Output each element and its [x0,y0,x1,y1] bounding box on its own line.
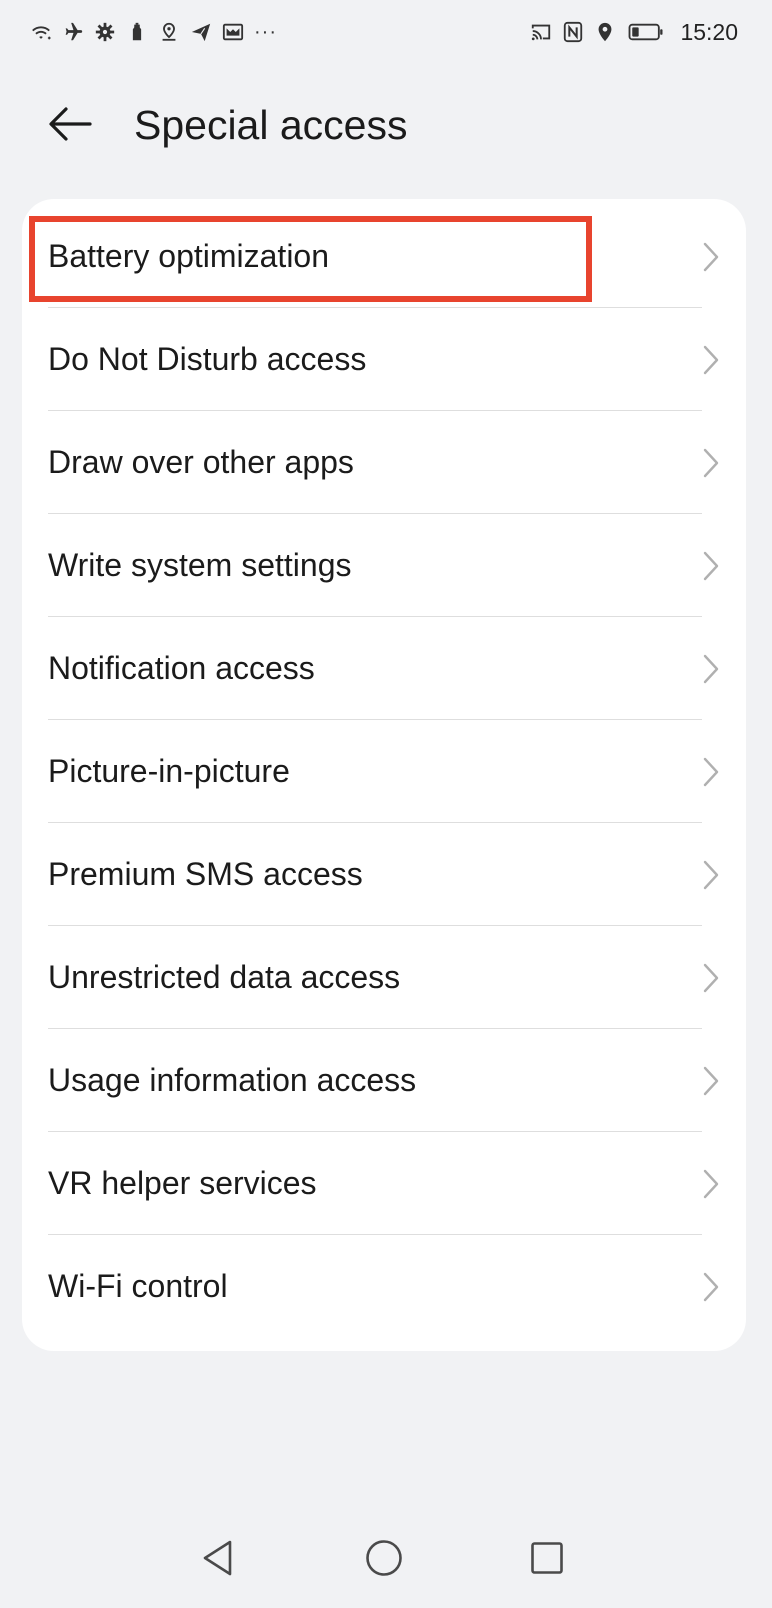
chevron-right-icon [702,1271,720,1303]
location-icon [158,21,180,43]
list-item-battery-optimization[interactable]: Battery optimization [22,205,746,308]
page-title: Special access [134,102,408,148]
list-item-write-system-settings[interactable]: Write system settings [22,514,746,617]
list-item-label: Write system settings [48,547,352,583]
list-item-wi-fi-control[interactable]: Wi-Fi control [22,1235,746,1338]
back-triangle-icon [203,1540,232,1576]
back-button[interactable] [42,96,98,152]
airplane-icon [62,21,84,43]
chevron-right-icon [702,962,720,994]
list-item-label: Wi-Fi control [48,1268,228,1304]
settings-card: Battery optimization Do Not Disturb acce… [22,199,746,1351]
nav-home-button[interactable] [354,1528,414,1588]
list-item-label: Picture-in-picture [48,753,290,789]
list-item-draw-over-other-apps[interactable]: Draw over other apps [22,411,746,514]
nav-back-button[interactable] [188,1528,248,1588]
chevron-right-icon [702,653,720,685]
location-pin-icon [594,21,616,43]
arrow-left-icon [49,107,92,141]
nav-recents-button[interactable] [517,1528,577,1588]
chevron-right-icon [702,1065,720,1097]
list-item-label: Draw over other apps [48,444,354,480]
list-item-label: Usage information access [48,1062,417,1098]
list-item-label: Premium SMS access [48,856,363,892]
list-item-label: Unrestricted data access [48,959,401,995]
chevron-right-icon [702,241,720,273]
status-bar: ··· 15:20 [0,0,772,64]
notification-icon [126,21,148,43]
chevron-right-icon [702,756,720,788]
more-notifications-indicator: ··· [254,21,277,43]
chevron-right-icon [702,859,720,891]
recents-square-icon [531,1542,563,1574]
chevron-right-icon [702,550,720,582]
list-item-label: Do Not Disturb access [48,341,367,377]
settings-gear-icon [94,21,116,43]
status-time: 15:20 [680,18,738,45]
list-item-picture-in-picture[interactable]: Picture-in-picture [22,720,746,823]
battery-icon [626,21,666,43]
status-icons-left: ··· [30,14,277,50]
list-item-label: Battery optimization [48,238,330,274]
send-icon [190,21,212,43]
cast-icon [530,21,552,43]
wifi-icon [30,21,52,43]
list-item-label: Notification access [48,650,315,686]
list-item-do-not-disturb-access[interactable]: Do Not Disturb access [22,308,746,411]
list-item-usage-information-access[interactable]: Usage information access [22,1029,746,1132]
chevron-right-icon [702,1168,720,1200]
list-item-vr-helper-services[interactable]: VR helper services [22,1132,746,1235]
mail-icon [222,21,244,43]
chevron-right-icon [702,344,720,376]
list-item-premium-sms-access[interactable]: Premium SMS access [22,823,746,926]
app-header: Special access [0,88,772,160]
special-access-list: Battery optimization Do Not Disturb acce… [22,205,746,1338]
list-item-label: VR helper services [48,1165,317,1201]
status-icons-right: 15:20 [530,14,738,50]
home-circle-icon [366,1540,402,1576]
list-item-notification-access[interactable]: Notification access [22,617,746,720]
list-item-unrestricted-data-access[interactable]: Unrestricted data access [22,926,746,1029]
nfc-icon [562,21,584,43]
navigation-bar [0,1520,772,1608]
chevron-right-icon [702,447,720,479]
